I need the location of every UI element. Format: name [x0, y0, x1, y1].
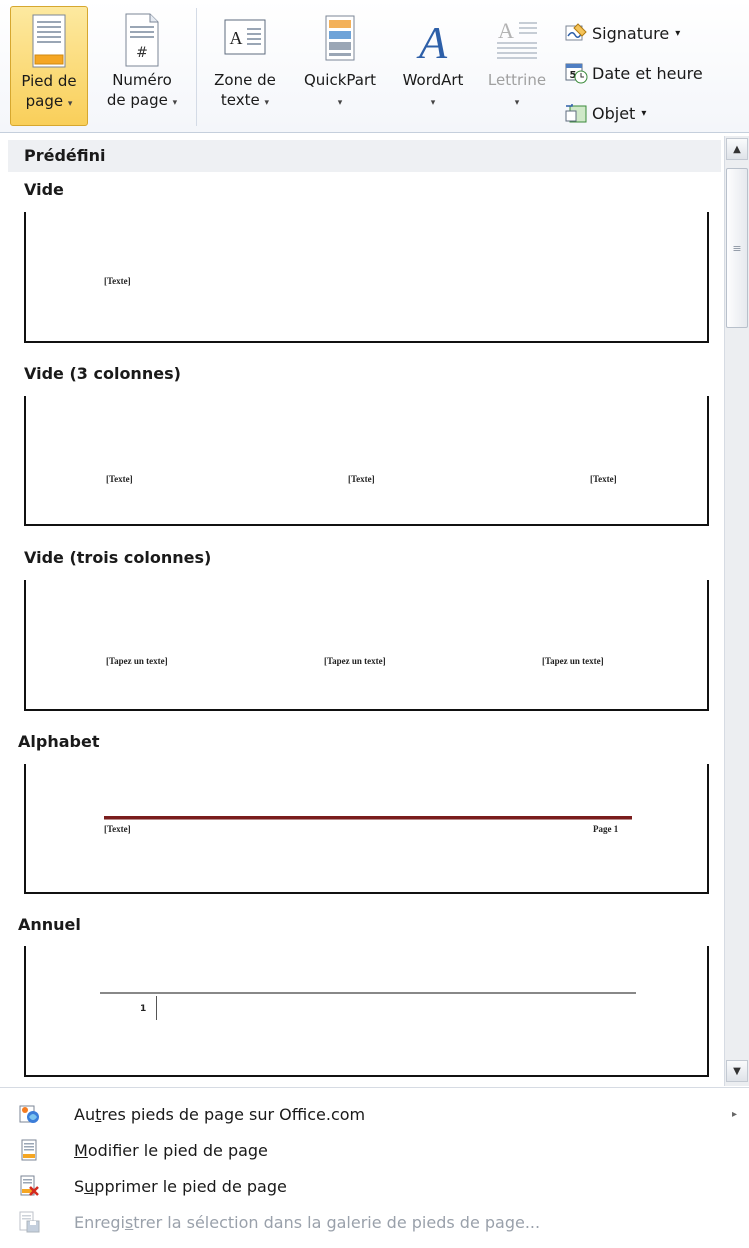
chevron-down-icon: ▾	[172, 98, 178, 108]
thumbnail-text: [Tapez un texte]	[324, 656, 386, 666]
footer-button-label-1: Pied de	[21, 72, 77, 90]
quickpart-icon	[325, 15, 355, 61]
footer-menu: Autres pieds de page sur Office.com ▸ Mo…	[0, 1087, 749, 1248]
calendar-clock-icon: 5	[565, 63, 588, 84]
gallery-scrollbar[interactable]: ▲ ≡ ▼	[724, 136, 749, 1086]
section-title-annuel: Annuel	[18, 915, 81, 934]
signature-button[interactable]: Signature ▾	[564, 20, 680, 46]
menu-item-remove-footer[interactable]: Supprimer le pied de page	[0, 1168, 749, 1204]
edit-footer-icon	[21, 1139, 37, 1161]
footer-thumbnail-vide-trois-colonnes[interactable]: [Tapez un texte] [Tapez un texte] [Tapez…	[24, 580, 709, 711]
wordart-icon: A	[416, 17, 448, 68]
signature-icon	[565, 23, 587, 41]
page-number-button[interactable]: # Numéro de page ▾	[94, 6, 190, 124]
date-time-button[interactable]: 5 Date et heure	[564, 60, 703, 86]
chevron-down-icon: ▾	[641, 107, 647, 119]
menu-item-label: Autres pieds de page sur Office.com	[74, 1104, 366, 1124]
page-number-label-1: Numéro	[112, 71, 172, 89]
object-label: Objet	[592, 103, 636, 123]
triangle-up-icon: ▲	[733, 143, 741, 155]
footer-page-icon	[32, 14, 66, 68]
triangle-down-icon: ▼	[733, 1065, 741, 1077]
remove-footer-icon	[20, 1175, 39, 1196]
footer-thumbnail-vide-3-colonnes[interactable]: [Texte] [Texte] [Texte]	[24, 396, 709, 526]
gallery-header: Prédéfini	[8, 140, 721, 172]
page-number-icon: #	[125, 13, 159, 67]
grip-icon: ≡	[732, 241, 742, 255]
annuel-rule	[100, 992, 636, 994]
signature-label: Signature	[592, 23, 670, 43]
chevron-down-icon: ▾	[675, 27, 681, 39]
section-title-vide-trois-colonnes: Vide (trois colonnes)	[24, 548, 212, 567]
footer-thumbnail-alphabet[interactable]: [Texte] Page 1	[24, 764, 709, 894]
section-title-vide: Vide	[24, 180, 64, 199]
section-title-vide-3-colonnes: Vide (3 colonnes)	[24, 364, 181, 383]
submenu-arrow-icon: ▸	[731, 1108, 737, 1120]
dropcap-icon: A	[497, 18, 537, 59]
date-time-label: Date et heure	[592, 63, 703, 83]
quickpart-label: QuickPart	[303, 71, 377, 89]
svg-text:#: #	[136, 45, 148, 61]
thumbnail-text: [Texte]	[104, 276, 131, 286]
chevron-down-icon: ▾	[514, 98, 520, 108]
menu-item-edit-footer[interactable]: Modifier le pied de page	[0, 1132, 749, 1168]
menu-item-more-footers[interactable]: Autres pieds de page sur Office.com ▸	[0, 1096, 749, 1132]
thumbnail-text: [Texte]	[104, 824, 131, 834]
save-to-gallery-icon	[19, 1211, 40, 1233]
object-button[interactable]: Objet ▾	[564, 100, 646, 126]
page-number-label-2: de page	[106, 91, 168, 109]
chevron-down-icon: ▾	[430, 98, 436, 108]
footer-thumbnail-vide[interactable]: [Texte]	[24, 212, 709, 343]
footer-thumbnail-annuel[interactable]: 1	[24, 946, 709, 1077]
thumbnail-page-number: Page 1	[593, 824, 619, 834]
dropcap-button[interactable]: A Lettrine ▾	[478, 6, 556, 124]
textbox-button[interactable]: A Zone de texte ▾	[202, 6, 288, 124]
thumbnail-text: [Texte]	[106, 474, 133, 484]
thumbnail-text: [Texte]	[348, 474, 375, 484]
chevron-down-icon: ▾	[337, 98, 343, 108]
thumbnail-text: [Texte]	[590, 474, 617, 484]
wordart-button[interactable]: A WordArt ▾	[390, 6, 476, 124]
textbox-label-1: Zone de	[214, 71, 276, 89]
section-title-alphabet: Alphabet	[18, 732, 100, 751]
scroll-up-button[interactable]: ▲	[726, 138, 748, 160]
textbox-icon: A	[224, 19, 266, 55]
dropcap-label: Lettrine	[487, 71, 547, 89]
menu-item-label: Supprimer le pied de page	[74, 1176, 287, 1196]
quickpart-button[interactable]: QuickPart ▾	[292, 6, 388, 124]
menu-item-label: Modifier le pied de page	[74, 1140, 268, 1160]
svg-text:A: A	[498, 18, 514, 43]
menu-item-save-selection[interactable]: Enregistrer la sélection dans la galerie…	[0, 1204, 749, 1240]
office-online-icon	[19, 1105, 39, 1123]
svg-text:A: A	[230, 28, 243, 48]
wordart-label: WordArt	[402, 71, 464, 89]
chevron-down-icon: ▾	[67, 99, 73, 109]
thumbnail-text: [Tapez un texte]	[542, 656, 604, 666]
menu-item-label: Enregistrer la sélection dans la galerie…	[74, 1212, 541, 1232]
svg-text:A: A	[416, 17, 448, 68]
thumbnail-text: [Tapez un texte]	[106, 656, 168, 666]
chevron-down-icon: ▾	[264, 98, 270, 108]
scroll-down-button[interactable]: ▼	[726, 1060, 748, 1082]
ribbon-separator	[196, 8, 197, 126]
footer-button[interactable]: Pied de page ▾	[10, 6, 88, 126]
footer-button-label-2: page	[25, 92, 64, 110]
thumbnail-page-number: 1	[140, 1004, 147, 1014]
scroll-thumb[interactable]: ≡	[726, 168, 748, 328]
annuel-divider	[156, 996, 157, 1020]
alphabet-rule	[104, 816, 632, 820]
ribbon: Pied de page ▾ # Numéro de page ▾ A Zone…	[0, 0, 749, 133]
object-icon	[565, 104, 587, 123]
